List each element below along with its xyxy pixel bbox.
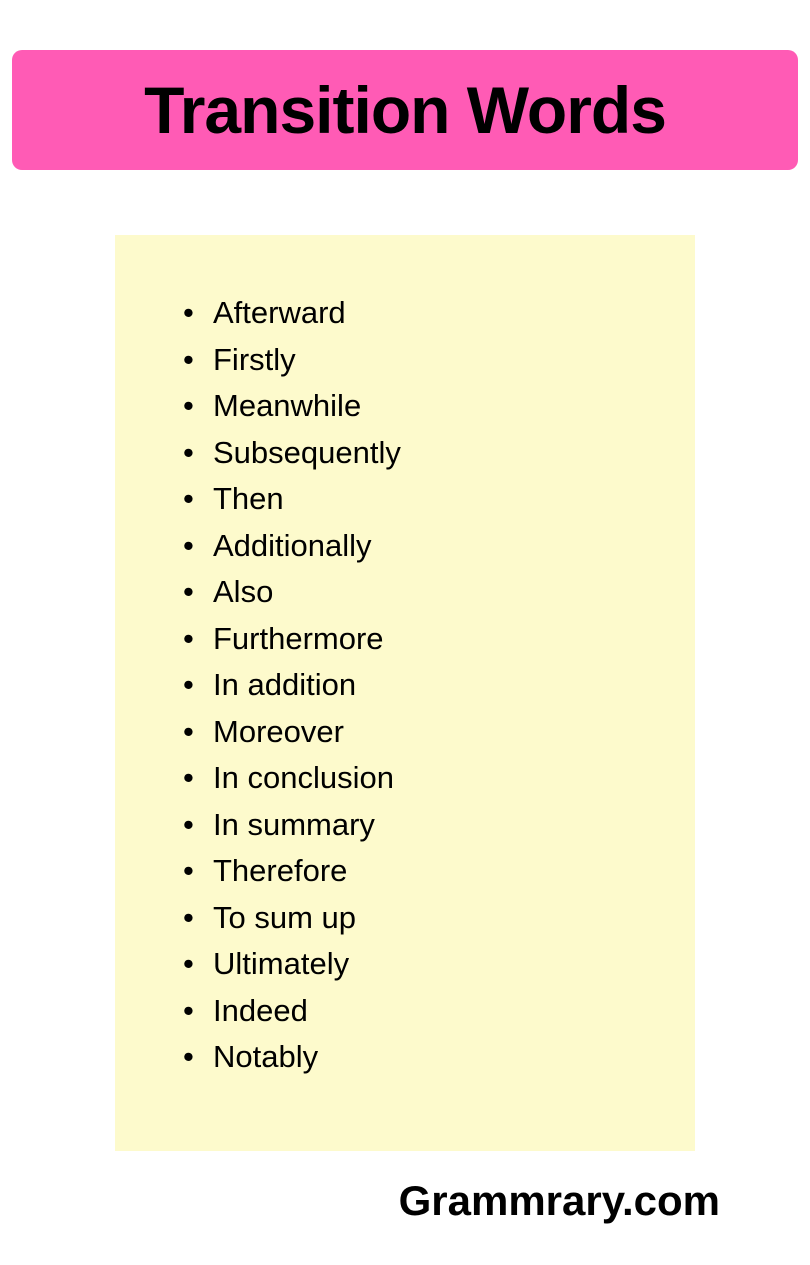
list-item: Subsequently: [175, 430, 665, 477]
words-list: Afterward Firstly Meanwhile Subsequently…: [175, 290, 665, 1081]
list-item: Therefore: [175, 848, 665, 895]
list-item: Furthermore: [175, 616, 665, 663]
footer-brand: Grammrary.com: [399, 1177, 720, 1225]
list-item: In summary: [175, 802, 665, 849]
list-item: To sum up: [175, 895, 665, 942]
header-banner: Transition Words: [12, 50, 798, 170]
list-item: Afterward: [175, 290, 665, 337]
list-item: Indeed: [175, 988, 665, 1035]
list-item: Firstly: [175, 337, 665, 384]
list-item: Additionally: [175, 523, 665, 570]
content-card: Afterward Firstly Meanwhile Subsequently…: [115, 235, 695, 1151]
list-item: Notably: [175, 1034, 665, 1081]
list-item: In addition: [175, 662, 665, 709]
list-item: Meanwhile: [175, 383, 665, 430]
list-item: Then: [175, 476, 665, 523]
page-title: Transition Words: [32, 72, 778, 148]
list-item: Moreover: [175, 709, 665, 756]
list-item: Ultimately: [175, 941, 665, 988]
list-item: Also: [175, 569, 665, 616]
list-item: In conclusion: [175, 755, 665, 802]
